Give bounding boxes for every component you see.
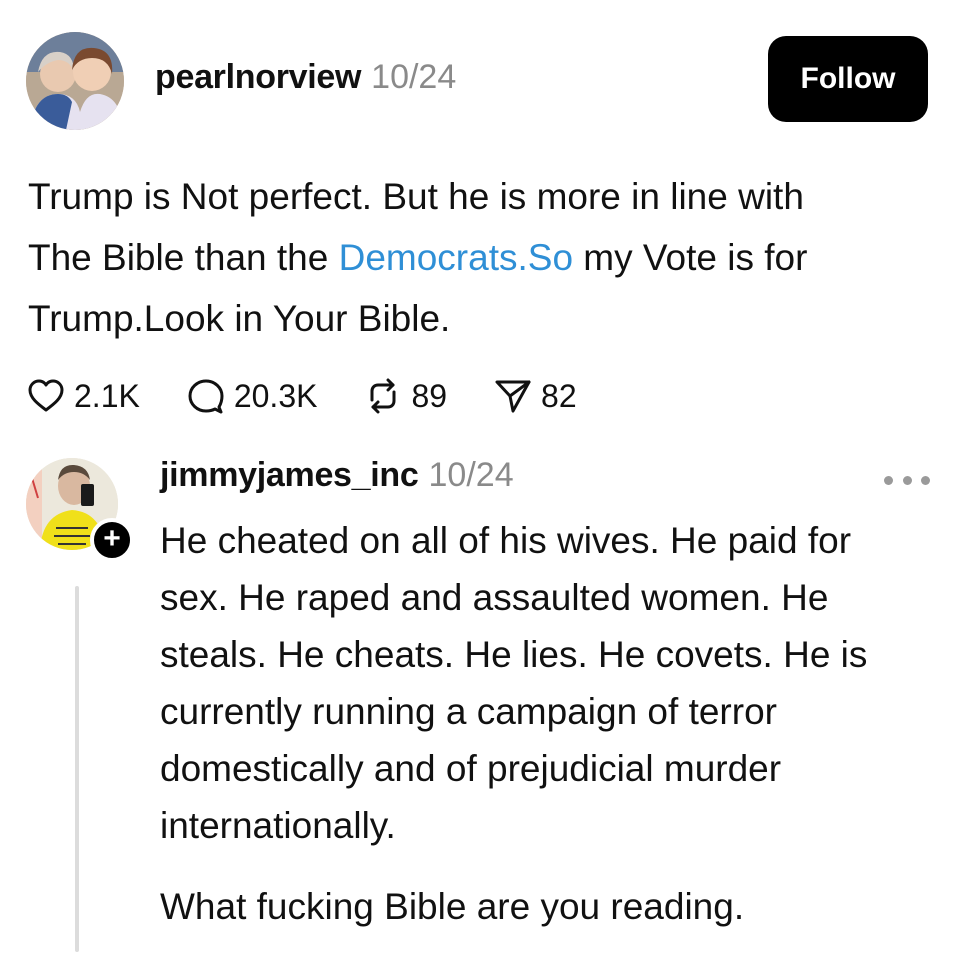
reply-closing-line: What fucking Bible are you reading. bbox=[160, 886, 745, 927]
more-options-icon[interactable] bbox=[884, 470, 930, 490]
reply-text-line: He cheated on all of his wives. He paid … bbox=[160, 520, 852, 561]
comment-button[interactable]: 20.3K bbox=[186, 376, 318, 416]
send-icon bbox=[495, 380, 531, 413]
thread-line bbox=[75, 586, 79, 952]
reply-timestamp: 10/24 bbox=[428, 456, 514, 494]
comment-count: 20.3K bbox=[233, 377, 318, 414]
post-text-line: Trump is Not perfect. But he is more in … bbox=[28, 176, 804, 217]
reply-text-line: domestically and of prejudicial murder bbox=[160, 748, 782, 789]
like-button[interactable]: 2.1K bbox=[26, 376, 140, 416]
avatar[interactable] bbox=[26, 32, 124, 130]
post-text-segment: my Vote is for bbox=[573, 237, 808, 278]
repost-count: 89 bbox=[411, 377, 448, 414]
reply-text: He cheated on all of his wives. He paid … bbox=[160, 512, 940, 854]
post-text-line: Trump.Look in Your Bible. bbox=[28, 298, 451, 339]
dot-icon bbox=[884, 475, 893, 485]
post-timestamp: 10/24 bbox=[371, 58, 457, 96]
reply-username[interactable]: jimmyjames_inc bbox=[160, 456, 419, 495]
post-text-segment: The Bible than the bbox=[28, 237, 339, 278]
like-count: 2.1K bbox=[74, 377, 140, 414]
share-button[interactable]: 82 bbox=[493, 376, 577, 416]
reply-text-line: sex. He raped and assaulted women. He bbox=[160, 577, 829, 618]
repost-button[interactable]: 89 bbox=[363, 376, 447, 416]
heart-icon bbox=[28, 379, 64, 412]
follow-button[interactable]: Follow bbox=[768, 36, 928, 122]
post-text: Trump is Not perfect. But he is more in … bbox=[28, 166, 928, 349]
post-actions: 2.1K 20.3K 89 82 bbox=[26, 368, 623, 424]
post-author: pearlnorview 10/24 bbox=[155, 58, 456, 97]
share-count: 82 bbox=[541, 377, 577, 414]
post-text-line: The Bible than the Democrats.So my Vote … bbox=[28, 227, 928, 288]
profile-photo-icon bbox=[26, 32, 124, 130]
dot-icon bbox=[921, 475, 930, 485]
reply-text-line: steals. He cheats. He lies. He covets. H… bbox=[160, 634, 868, 675]
reply-author: jimmyjames_inc 10/24 bbox=[160, 456, 514, 495]
repost-icon bbox=[370, 378, 396, 414]
follow-plus-badge[interactable]: + bbox=[90, 518, 134, 562]
reply-text-line: currently running a campaign of terror bbox=[160, 691, 777, 732]
dot-icon bbox=[902, 475, 912, 485]
hashtag-link[interactable]: Democrats.So bbox=[339, 237, 573, 278]
post-username[interactable]: pearlnorview bbox=[155, 58, 361, 97]
reply-text-line: internationally. bbox=[160, 805, 396, 846]
speech-bubble-icon bbox=[188, 379, 224, 414]
